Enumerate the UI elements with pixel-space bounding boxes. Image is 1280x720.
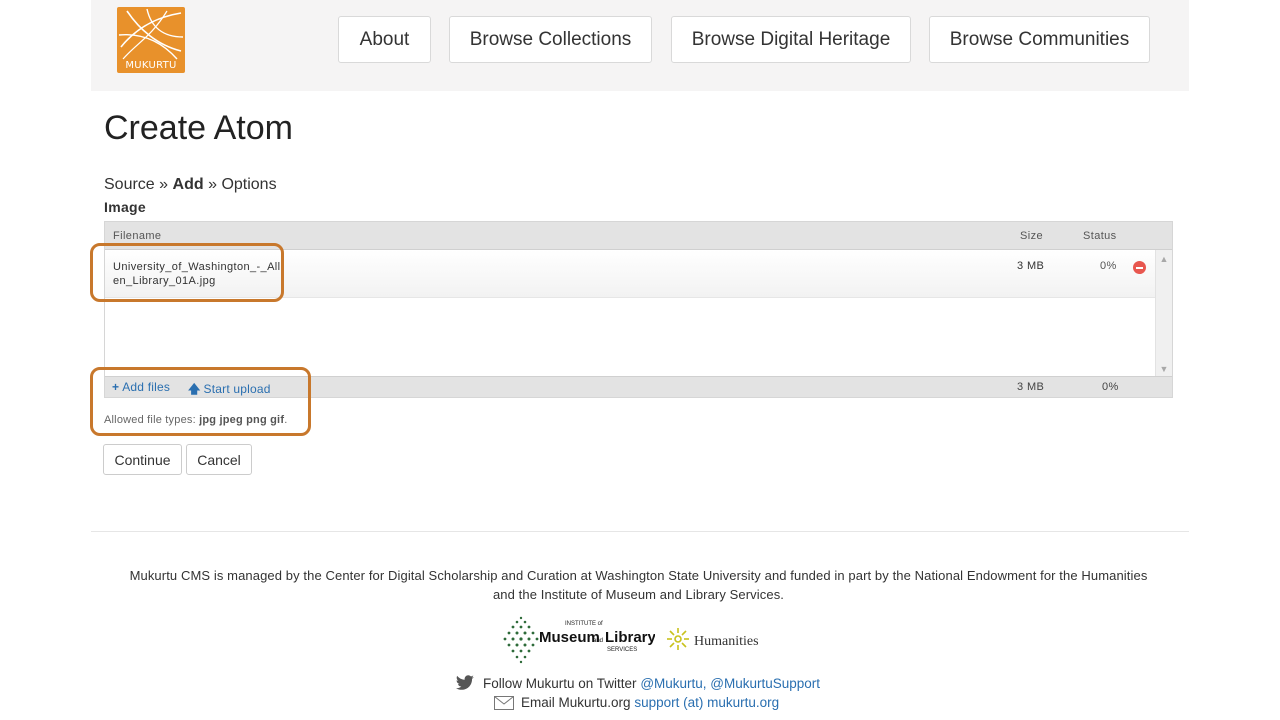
upload-arrow-icon: 🡅	[188, 382, 201, 396]
nav-browse-communities[interactable]: Browse Communities	[929, 16, 1150, 63]
nav-browse-digital-heritage[interactable]: Browse Digital Heritage	[671, 16, 911, 63]
allowed-prefix: Allowed file types:	[104, 414, 196, 426]
scroll-down-arrow-icon[interactable]: ▼	[1159, 364, 1169, 374]
cancel-button[interactable]: Cancel	[186, 444, 252, 475]
start-upload-label: Start upload	[203, 382, 271, 396]
column-filename: Filename	[113, 230, 162, 242]
remove-file-icon[interactable]	[1133, 261, 1146, 274]
footer-divider	[91, 531, 1189, 532]
twitter-follow-text: Follow Mukurtu on Twitter	[483, 675, 637, 691]
breadcrumb-source: Source	[104, 176, 155, 193]
breadcrumb-current: Add	[172, 176, 204, 193]
uploader-file-list: University_of_Washington_-_Allen_Library…	[105, 250, 1156, 378]
total-status: 0%	[1102, 381, 1119, 393]
email-line: Email Mukurtu.org support (at) mukurtu.o…	[494, 695, 779, 710]
allowed-file-types: Allowed file types: jpg jpeg png gif.	[104, 414, 288, 426]
imls-logo-library: Library	[605, 629, 655, 646]
twitter-handles-link[interactable]: @Mukurtu, @MukurtuSupport	[640, 676, 820, 691]
file-row: University_of_Washington_-_Allen_Library…	[105, 250, 1156, 298]
file-size: 3 MB	[1017, 260, 1045, 272]
start-upload-button[interactable]: 🡅 Start upload	[188, 380, 271, 401]
allowed-types: jpg jpeg png gif	[199, 414, 285, 426]
add-files-button[interactable]: + Add files	[112, 380, 170, 394]
email-text: Email Mukurtu.org	[521, 695, 631, 710]
page-title: Create Atom	[104, 109, 293, 147]
support-email-link[interactable]: support (at) mukurtu.org	[634, 695, 779, 710]
column-size: Size	[1020, 230, 1043, 242]
neh-logo[interactable]: Humanities	[666, 626, 768, 652]
file-name: University_of_Washington_-_Allen_Library…	[113, 261, 281, 287]
breadcrumb-separator: »	[208, 176, 217, 193]
file-list-scrollbar[interactable]: ▲ ▼	[1155, 250, 1172, 378]
add-files-label: Add files	[122, 380, 171, 394]
imls-logo-top: INSTITUTE of	[565, 621, 603, 627]
footer-credits: Mukurtu CMS is managed by the Center for…	[104, 566, 1173, 604]
total-size: 3 MB	[1017, 381, 1045, 393]
twitter-follow-line: Follow Mukurtu on Twitter @Mukurtu, @Muk…	[455, 675, 820, 691]
breadcrumb-options: Options	[221, 176, 277, 193]
file-status: 0%	[1100, 260, 1117, 272]
logo-text: MUKURTU	[125, 60, 177, 71]
nav-browse-collections[interactable]: Browse Collections	[449, 16, 652, 63]
imls-logo-services: SERVICES	[607, 647, 637, 653]
uploader-header: Filename Size Status	[105, 222, 1172, 250]
uploader-footer: + Add files 🡅 Start upload 3 MB 0%	[105, 376, 1172, 397]
imls-logo[interactable]: INSTITUTE of Museum and Library SERVICES	[503, 612, 655, 664]
twitter-bird-icon	[455, 675, 474, 690]
imls-logo-museum: Museum	[539, 629, 600, 646]
plus-icon: +	[112, 380, 120, 394]
image-field-label: Image	[104, 199, 146, 215]
breadcrumb-separator: »	[159, 176, 169, 193]
breadcrumb: Source » Add » Options	[104, 176, 277, 194]
column-status: Status	[1083, 230, 1117, 242]
footer-credit-line-2: and the Institute of Museum and Library …	[492, 587, 785, 602]
footer-credit-line-1: Mukurtu CMS is managed by the Center for…	[129, 568, 1148, 583]
scroll-up-arrow-icon[interactable]: ▲	[1159, 254, 1169, 264]
file-uploader: Filename Size Status University_of_Washi…	[104, 221, 1173, 398]
nav-about[interactable]: About	[338, 16, 431, 63]
neh-logo-text: Humanities	[694, 634, 759, 649]
envelope-icon	[494, 695, 514, 710]
continue-button[interactable]: Continue	[103, 444, 182, 475]
mukurtu-logo[interactable]: MUKURTU	[117, 7, 185, 73]
imls-logo-and: and	[593, 638, 603, 644]
